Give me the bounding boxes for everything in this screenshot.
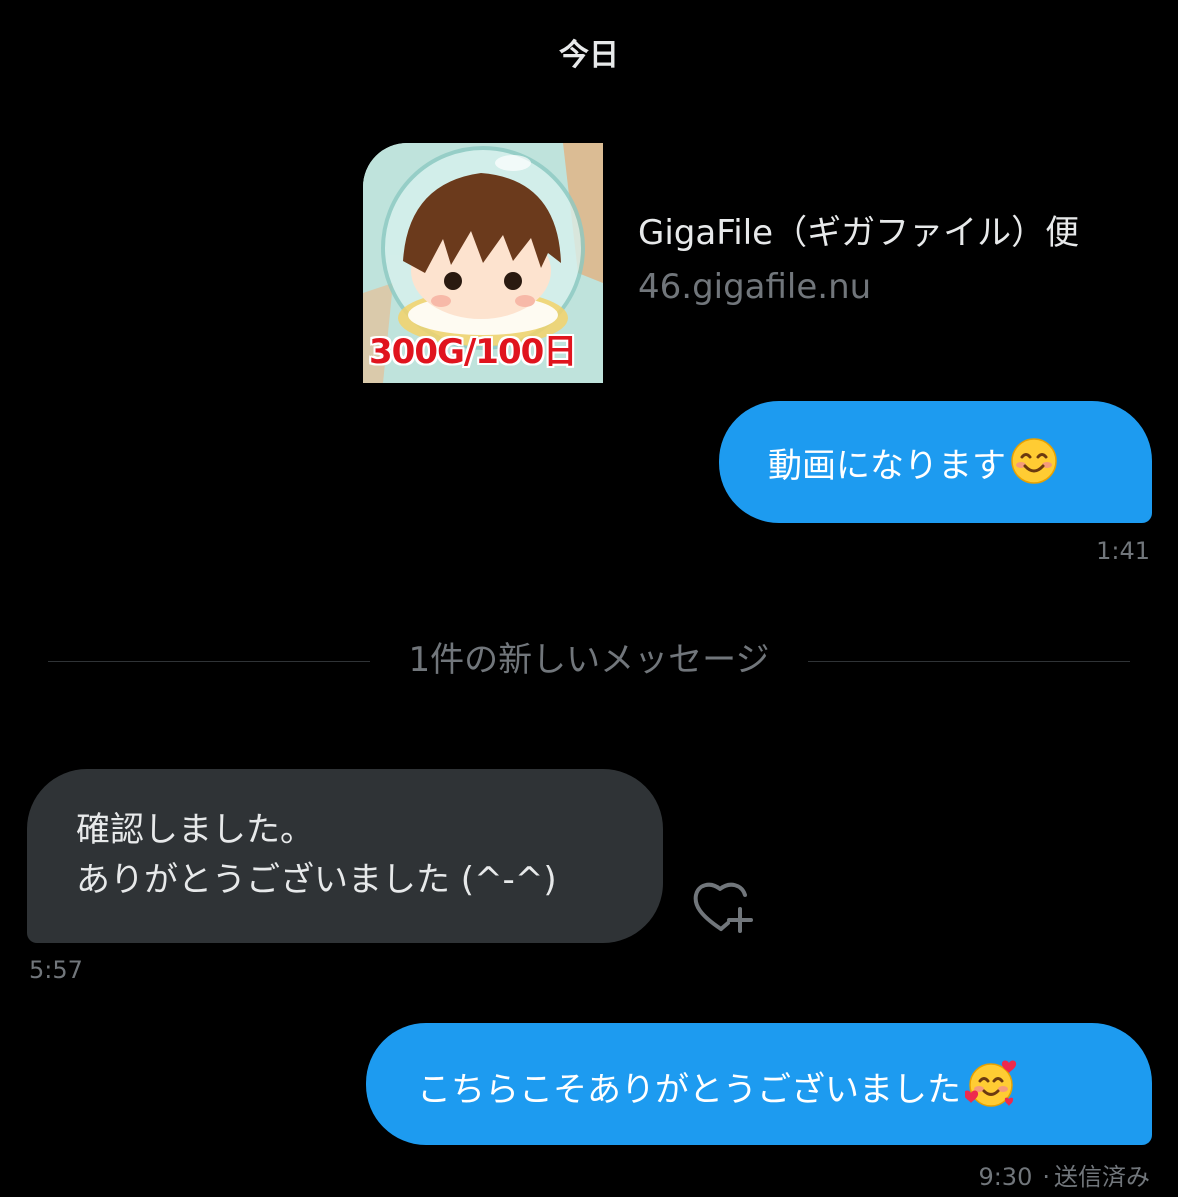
- message-timestamp: 1:41: [1096, 537, 1150, 565]
- link-thumbnail: 300G/100日: [363, 143, 603, 383]
- thumbnail-caption: 300G/100日: [369, 332, 577, 372]
- smiling-face-with-hearts-icon: [963, 1059, 1017, 1123]
- link-title[interactable]: GigaFile（ギガファイル）便: [638, 205, 1079, 254]
- divider-label: 1件の新しいメッセージ: [408, 640, 770, 680]
- divider-line: [808, 661, 1130, 662]
- message-text-line: 確認しました。: [76, 810, 314, 850]
- smiling-face-icon: [1010, 437, 1058, 499]
- link-domain[interactable]: 46.gigafile.nu: [638, 267, 871, 307]
- outgoing-message-bubble[interactable]: こちらこそありがとうございました: [366, 1023, 1152, 1145]
- date-header: 今日: [559, 38, 619, 73]
- add-reaction-heart-icon[interactable]: [690, 877, 756, 937]
- message-meta: 9:30 · 送信済み: [978, 1157, 1150, 1192]
- message-status: 送信済み: [1054, 1163, 1150, 1191]
- message-timestamp: 9:30: [978, 1163, 1033, 1191]
- link-preview-card[interactable]: 300G/100日 GigaFile（ギガファイル）便 46.gigafile.…: [363, 143, 1123, 383]
- message-text-line: ありがとうございました (^-^): [76, 860, 557, 900]
- message-text: こちらこそありがとうございました: [417, 1070, 961, 1110]
- message-text: 動画になります: [768, 446, 1006, 486]
- incoming-message-bubble[interactable]: 確認しました。 ありがとうございました (^-^): [27, 769, 663, 943]
- message-timestamp: 5:57: [29, 956, 83, 984]
- separator-dot: ·: [1042, 1163, 1050, 1191]
- outgoing-message-bubble[interactable]: 動画になります: [719, 401, 1152, 523]
- new-messages-divider: 1件の新しいメッセージ: [48, 632, 1130, 682]
